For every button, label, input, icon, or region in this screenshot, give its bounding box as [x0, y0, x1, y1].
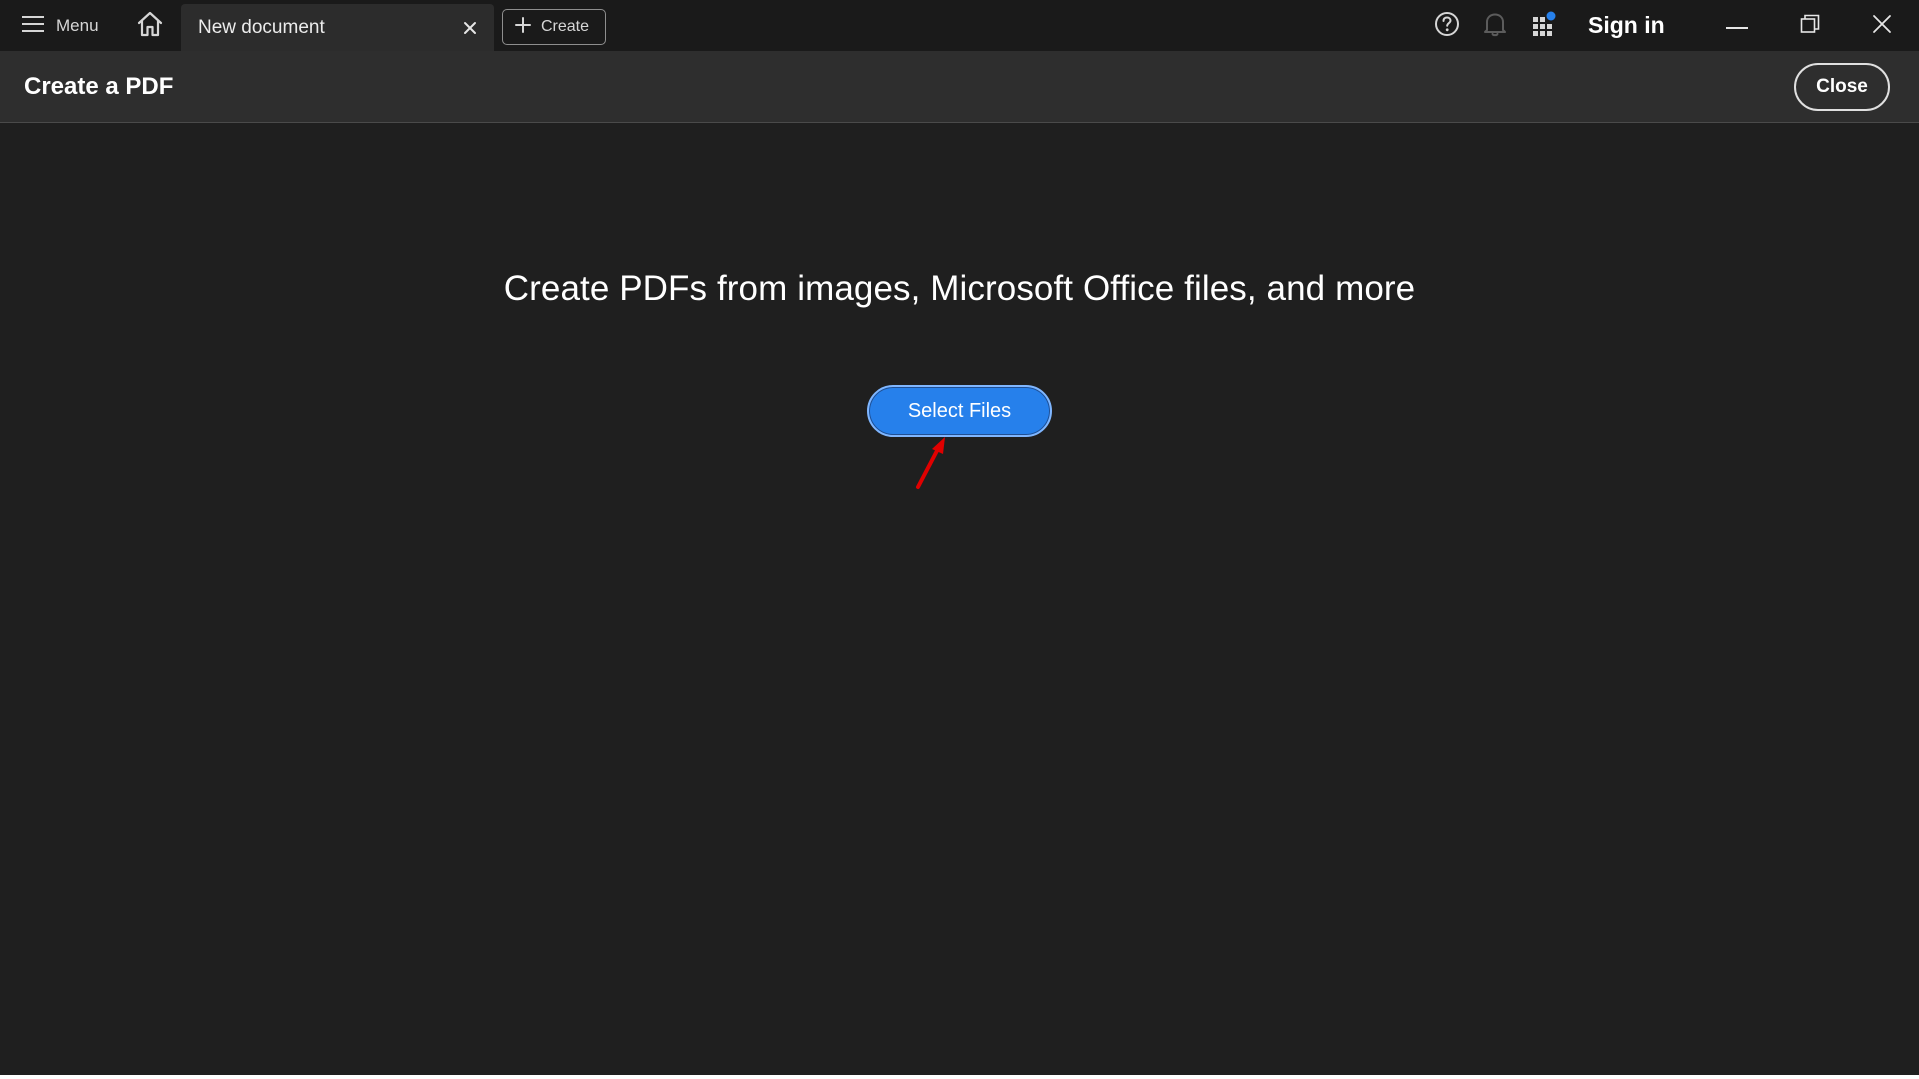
annotation-arrow: [916, 437, 945, 489]
help-button[interactable]: [1430, 9, 1464, 43]
close-button[interactable]: Close: [1794, 63, 1890, 111]
close-icon[interactable]: [460, 18, 480, 38]
bell-icon: [1483, 11, 1507, 42]
bottom-edge: [0, 1075, 1919, 1079]
minimize-icon: [1726, 17, 1748, 35]
tab-new-document[interactable]: New document: [181, 4, 494, 51]
window-close-button[interactable]: [1852, 4, 1912, 48]
tab-label: New document: [198, 16, 325, 38]
home-button[interactable]: [132, 8, 168, 44]
menu-label: Menu: [56, 16, 99, 35]
minimize-button[interactable]: [1707, 4, 1767, 48]
apps-button[interactable]: [1527, 9, 1561, 43]
headline: Create PDFs from images, Microsoft Offic…: [503, 269, 1416, 308]
main-content: Create PDFs from images, Microsoft Offic…: [0, 123, 1919, 1079]
page-title: Create a PDF: [24, 73, 174, 100]
home-icon: [136, 11, 164, 42]
tool-header: Create a PDF Close: [0, 51, 1919, 123]
menu-button[interactable]: Menu: [14, 8, 107, 44]
hamburger-icon: [22, 15, 44, 38]
plus-icon: [515, 16, 531, 38]
help-icon: [1434, 11, 1460, 42]
restore-button[interactable]: [1780, 4, 1840, 48]
title-bar: Menu New document Create Sign in: [0, 0, 1919, 51]
notifications-button[interactable]: [1478, 9, 1512, 43]
apps-grid-icon: [1530, 10, 1558, 43]
sign-in-link[interactable]: Sign in: [1588, 12, 1665, 39]
create-button[interactable]: Create: [502, 9, 606, 45]
select-files-button[interactable]: Select Files: [867, 385, 1052, 437]
window-close-icon: [1872, 14, 1892, 39]
create-label: Create: [541, 18, 590, 35]
restore-icon: [1800, 14, 1820, 39]
